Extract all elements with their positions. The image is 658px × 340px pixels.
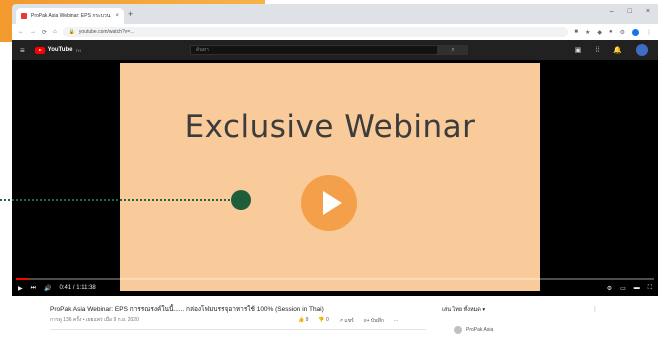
browser-window: ProPak Asia Webinar: EPS กระบวน... × + –… [12, 4, 658, 340]
channel-row[interactable]: ProPak Asia [454, 326, 493, 334]
miniplayer-icon[interactable]: ▭ [620, 285, 626, 292]
youtube-favicon-icon [21, 13, 27, 19]
search-icon: ⌕ [451, 46, 455, 53]
player-controls: ▶ ⏭ 🔊 0:41 / 1:11:38 ⚙ ▭ ▬ ⛶ [18, 282, 652, 294]
address-bar: ← → ⟳ ⌂ 🔒 youtube.com/watch?v=... ■ ★ ◆ … [12, 24, 658, 40]
browser-tab[interactable]: ProPak Asia Webinar: EPS กระบวน... × [16, 8, 124, 24]
window-controls: – □ × [610, 8, 650, 15]
tab-close-icon[interactable]: × [115, 13, 119, 19]
reload-icon[interactable]: ⟳ [42, 29, 47, 36]
account-avatar[interactable] [636, 44, 648, 56]
hamburger-menu-icon[interactable]: ≡ [20, 46, 25, 55]
youtube-header-actions: ▣ ⁞⁞ 🔔 [575, 44, 648, 56]
video-player[interactable]: Exclusive Webinar ▶ ⏭ 🔊 0:41 / 1:11:38 ⚙… [12, 60, 658, 296]
autoplay-filter[interactable]: เล่น ไทย ทั้งหมด ▾ [442, 306, 485, 314]
extension-icon[interactable]: ◆ [597, 29, 602, 36]
youtube-logo-text: YouTube [47, 47, 73, 53]
connector-dot [231, 190, 251, 210]
video-progress-bar[interactable] [16, 278, 654, 280]
back-icon[interactable]: ← [18, 29, 24, 35]
youtube-header: ≡ YouTube TH ค้นหา ⌕ ▣ ⁞⁞ 🔔 [12, 40, 658, 60]
extension-icon[interactable]: ⚙ [620, 29, 625, 36]
settings-gear-icon[interactable]: ⚙ [607, 285, 612, 292]
create-video-icon[interactable]: ▣ [575, 46, 582, 54]
url-text: youtube.com/watch?v=... [78, 29, 135, 35]
like-button[interactable]: 👍 9 [298, 317, 308, 325]
dotted-connector-line [0, 199, 238, 201]
extension-icon[interactable]: ● [609, 29, 613, 35]
search-input[interactable]: ค้นหา [190, 45, 438, 55]
forward-icon[interactable]: → [30, 29, 36, 35]
theater-mode-icon[interactable]: ▬ [634, 285, 640, 291]
play-button-icon[interactable] [301, 175, 357, 231]
volume-icon[interactable]: 🔊 [44, 285, 51, 292]
video-actions: 👍 9 👎 0 ↗ แชร์ ≡+ บันทึก ... [298, 317, 398, 325]
dislike-button[interactable]: 👎 0 [318, 317, 328, 325]
next-icon[interactable]: ⏭ [31, 285, 36, 292]
orange-side-accent [0, 0, 12, 42]
time-display: 0:41 / 1:11:38 [59, 285, 96, 291]
video-poster: Exclusive Webinar [120, 63, 540, 291]
close-window-button[interactable]: × [646, 8, 650, 15]
divider [50, 329, 426, 330]
tab-title: ProPak Asia Webinar: EPS กระบวน... [31, 13, 112, 19]
url-input[interactable]: 🔒 youtube.com/watch?v=... [62, 27, 569, 37]
progress-fill [16, 278, 29, 280]
search-placeholder: ค้นหา [196, 47, 209, 53]
lock-icon: 🔒 [68, 29, 75, 35]
maximize-button[interactable]: □ [628, 8, 632, 15]
notifications-bell-icon[interactable]: 🔔 [613, 46, 622, 54]
video-meta: การดู 136 ครั้ง • เผยแพร่ เมื่อ 9 ก.ย. 2… [50, 317, 139, 323]
new-tab-button[interactable]: + [128, 9, 133, 19]
youtube-region-label: TH [75, 47, 81, 53]
youtube-logo[interactable]: YouTube TH [34, 46, 81, 54]
minimize-button[interactable]: – [610, 8, 614, 15]
more-menu-icon[interactable]: ⋮ [646, 29, 652, 36]
save-button[interactable]: ≡+ บันทึก [364, 317, 384, 325]
extension-icon[interactable]: ★ [585, 29, 590, 36]
profile-icon[interactable] [632, 28, 639, 36]
extensions: ■ ★ ◆ ● ⚙ ⋮ [574, 28, 652, 36]
home-icon[interactable]: ⌂ [53, 29, 57, 35]
fullscreen-icon[interactable]: ⛶ [648, 285, 652, 292]
channel-name: ProPak Asia [466, 327, 494, 333]
apps-grid-icon[interactable]: ⁞⁞ [595, 47, 599, 54]
search-button[interactable]: ⌕ [438, 45, 468, 55]
youtube-play-logo-icon [34, 46, 45, 54]
share-button[interactable]: ↗ แชร์ [339, 317, 354, 325]
poster-title: Exclusive Webinar [184, 109, 476, 145]
extension-icon[interactable]: ■ [574, 29, 578, 35]
channel-avatar [454, 326, 462, 334]
sidebar-more-icon[interactable]: ⋮ [592, 306, 598, 313]
video-info: ProPak Asia Webinar: EPS การรณรงค์ในนี้.… [12, 296, 658, 340]
video-title: ProPak Asia Webinar: EPS การรณรงค์ในนี้.… [50, 306, 324, 313]
more-actions-button[interactable]: ... [394, 317, 398, 325]
play-icon[interactable]: ▶ [18, 285, 23, 292]
tab-bar: ProPak Asia Webinar: EPS กระบวน... × + –… [12, 4, 658, 24]
